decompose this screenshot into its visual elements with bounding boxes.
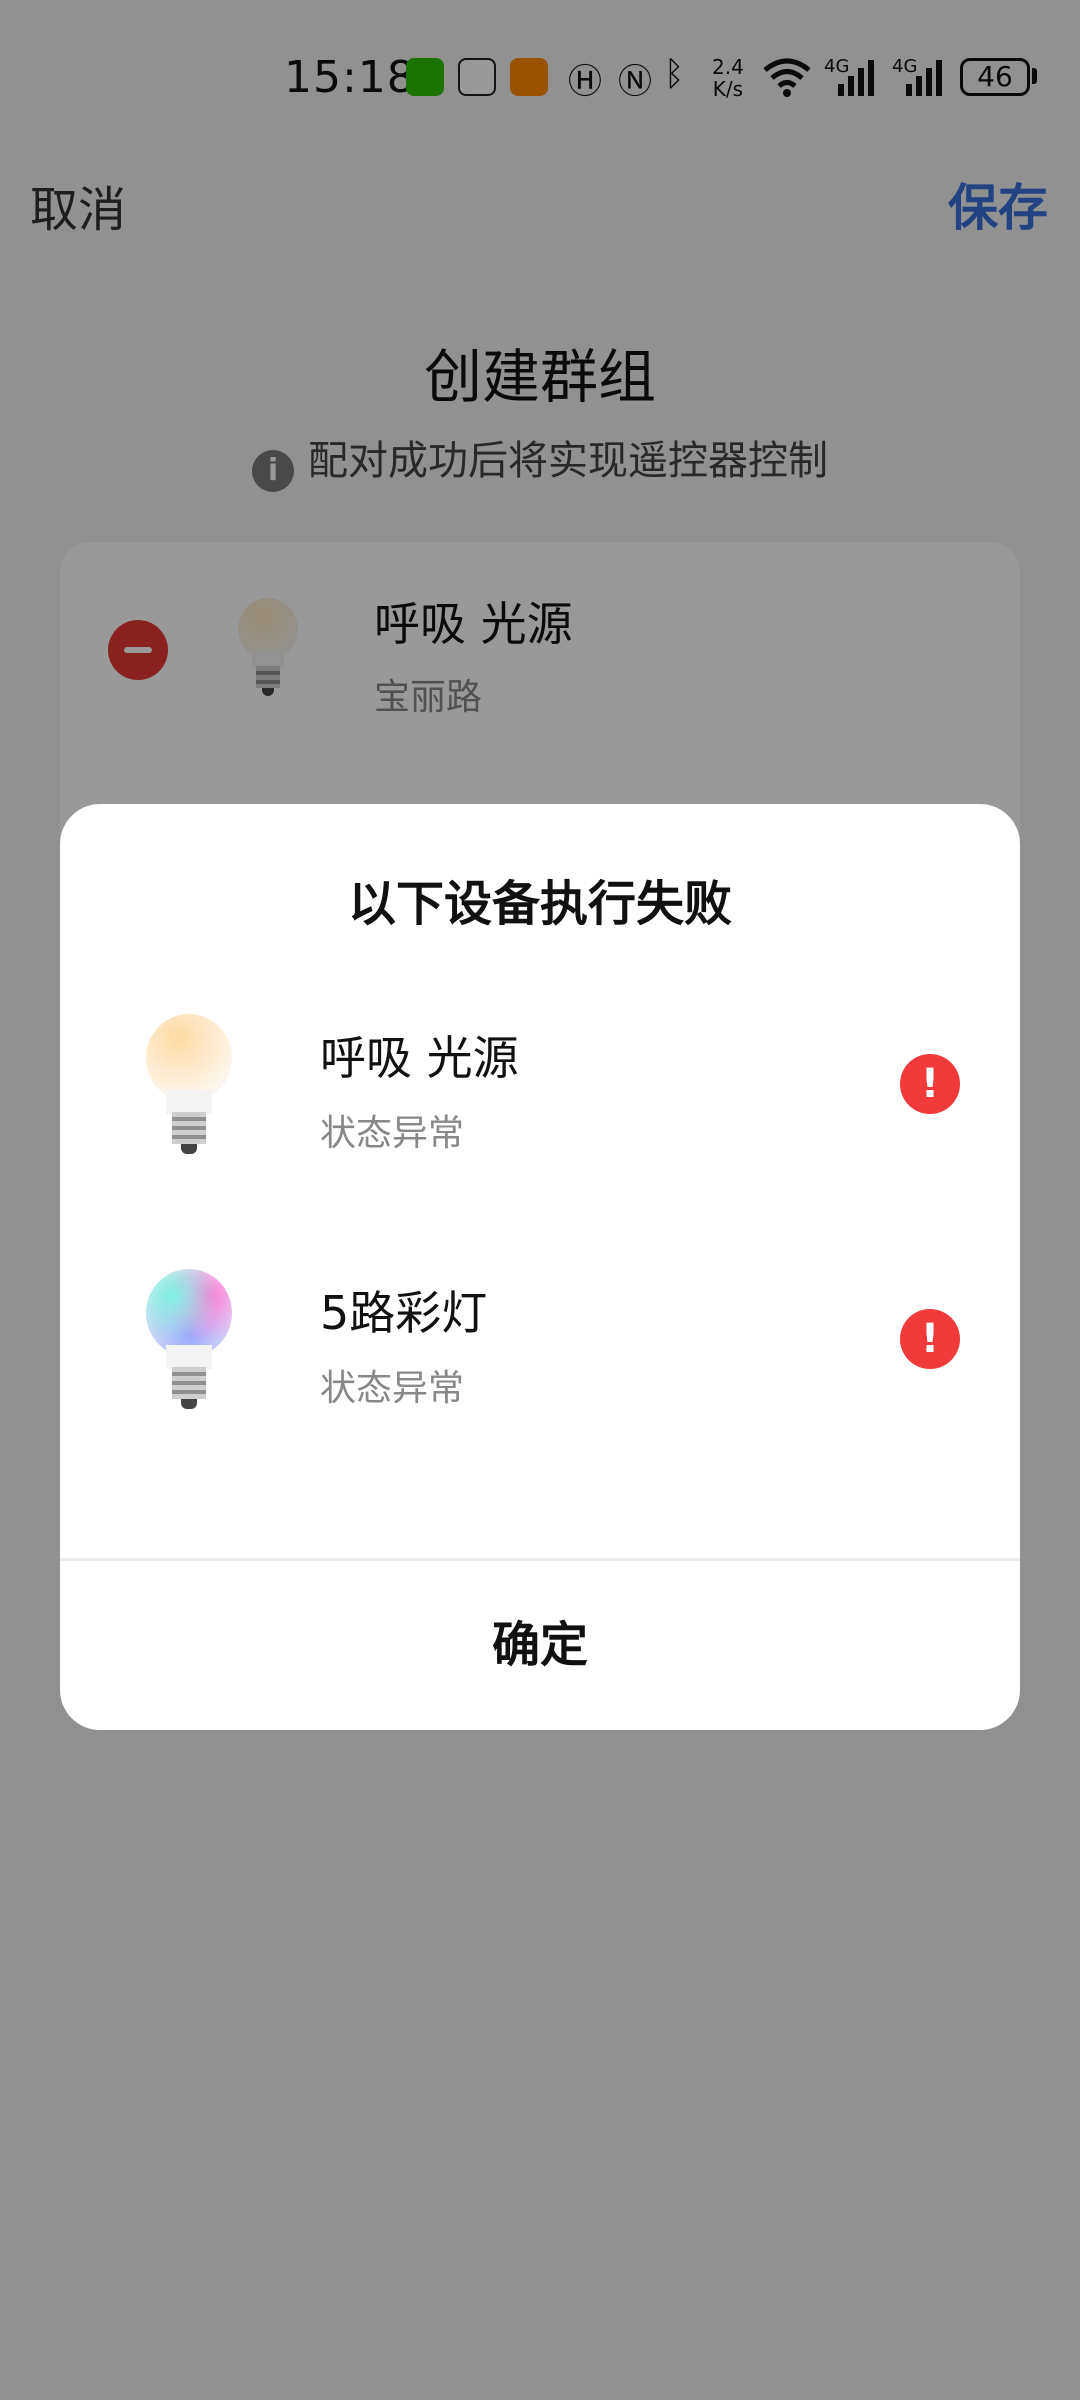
- failed-device-status: 状态异常: [320, 1368, 465, 1409]
- alert-icon: !: [900, 1309, 960, 1369]
- rgb-bulb-icon: [146, 1269, 232, 1419]
- failed-device-name: 5路彩灯: [320, 1286, 488, 1340]
- failed-device-row: 5路彩灯 状态异常 !: [60, 1259, 1020, 1479]
- failed-device-row: 呼吸 光源 状态异常 !: [60, 1004, 1020, 1224]
- failed-device-status: 状态异常: [320, 1113, 465, 1154]
- failed-device-name: 呼吸 光源: [320, 1031, 519, 1085]
- alert-icon: !: [900, 1054, 960, 1114]
- warm-bulb-icon: [146, 1014, 232, 1164]
- dialog-title: 以下设备执行失败: [347, 876, 732, 932]
- confirm-button[interactable]: 确定: [60, 1561, 1020, 1730]
- failure-dialog: 以下设备执行失败 呼吸 光源 状态异常 ! 5路彩灯 状态异常 ! 确定: [60, 804, 1020, 1730]
